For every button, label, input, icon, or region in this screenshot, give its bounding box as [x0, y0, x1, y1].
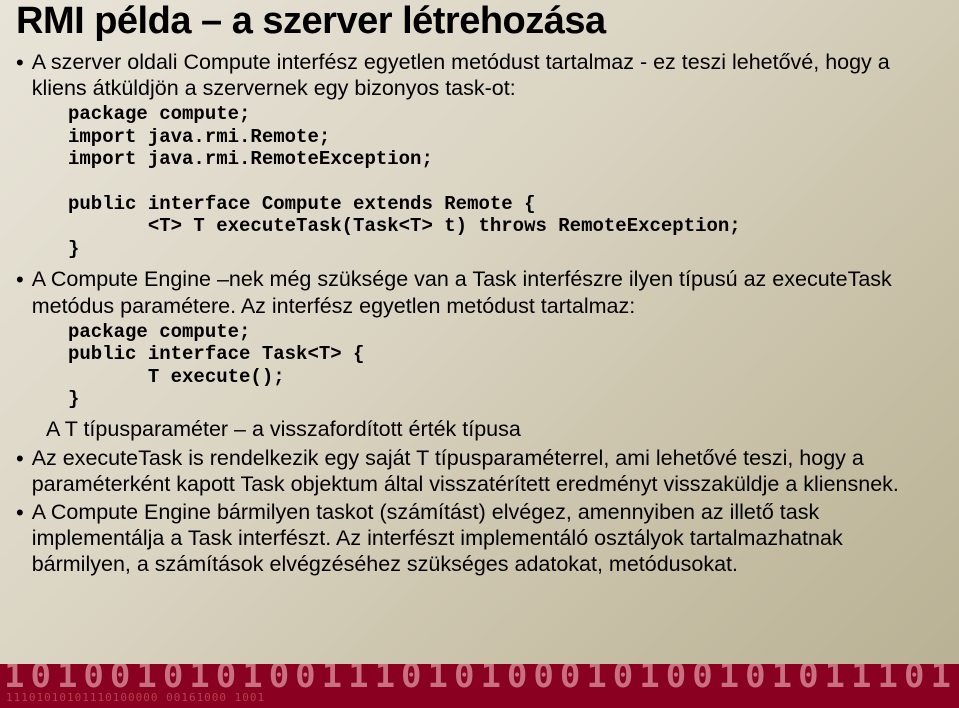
bullet-1: • A szerver oldali Compute interfész egy… — [16, 49, 943, 101]
bullet-2-text: A Compute Engine –nek még szüksége van a… — [32, 266, 943, 318]
bullet-mark-icon: • — [16, 266, 24, 294]
footer-bar-decoration: 101001010100111010100010100101011101.001… — [0, 664, 959, 688]
bullet-mark-icon: • — [16, 499, 24, 527]
bullet-5-text: A Compute Engine bármilyen taskot (számí… — [32, 499, 943, 578]
bullet-3-text: A T típusparaméter – a visszafordított é… — [46, 416, 521, 442]
bullet-mark-icon: • — [16, 49, 24, 77]
code-block-1: package compute; import java.rmi.Remote;… — [68, 103, 943, 260]
footer-small-binary: 11101010101110100000 00161000 1001 — [0, 688, 959, 708]
bullet-4: • Az executeTask is rendelkezik egy sajá… — [16, 445, 943, 497]
bullet-5: • A Compute Engine bármilyen taskot (szá… — [16, 499, 943, 578]
bullet-2: • A Compute Engine –nek még szüksége van… — [16, 266, 943, 318]
bullet-4-text: Az executeTask is rendelkezik egy saját … — [32, 445, 943, 497]
bullet-mark-icon: • — [16, 445, 24, 473]
footer-big-binary: 101001010100111010100010100101011101.001… — [0, 664, 959, 688]
bullet-3: A T típusparaméter – a visszafordított é… — [46, 416, 943, 442]
slide-title: RMI példa – a szerver létrehozása — [16, 0, 943, 43]
bullet-1-text: A szerver oldali Compute interfész egyet… — [32, 49, 943, 101]
code-block-2: package compute; public interface Task<T… — [68, 321, 943, 411]
